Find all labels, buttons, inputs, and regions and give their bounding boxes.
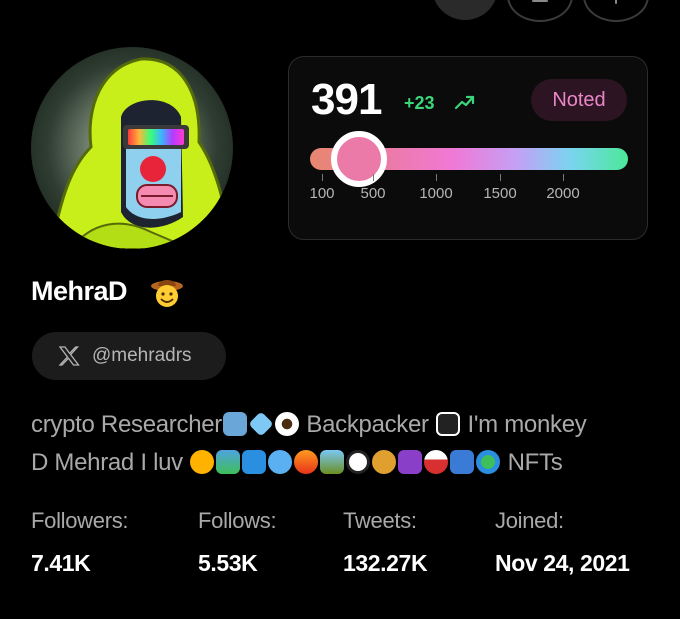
stat-value: 5.53K — [198, 550, 258, 576]
stat-tweets[interactable]: Tweets: 132.27K — [343, 508, 428, 577]
profile-name: MehraD — [31, 276, 128, 306]
slider-tick — [373, 174, 374, 181]
luggage-icon — [450, 450, 475, 474]
dolphin-icon — [268, 450, 293, 474]
stat-value: 132.27K — [343, 550, 428, 576]
slider-tick — [436, 174, 437, 181]
avatar[interactable] — [31, 47, 233, 249]
bio-text: D Mehrad I luv — [31, 449, 183, 476]
menu-icon — [532, 0, 548, 2]
x-logo-icon — [58, 346, 80, 366]
bio-text: NFTs — [507, 449, 563, 476]
stat-label: Tweets: — [343, 508, 417, 533]
top-action-button-1[interactable] — [432, 0, 498, 20]
slider-tick-label: 100 — [309, 185, 335, 202]
score-delta: +23 — [404, 93, 435, 113]
pirate-flag-icon — [436, 412, 461, 436]
stat-value: 7.41K — [31, 550, 91, 576]
slider-tick — [563, 174, 564, 181]
stat-label: Followers: — [31, 508, 129, 533]
top-action-button-2[interactable] — [507, 0, 573, 22]
slider-tick-label: 1500 — [483, 185, 517, 202]
money-bag-icon — [372, 450, 397, 474]
slider-tick-label: 500 — [360, 185, 386, 202]
slider-tick — [500, 174, 501, 181]
bio-text: crypto Researcher — [31, 411, 222, 438]
gem-icon — [248, 411, 274, 437]
x-handle-link[interactable]: @mehradrs — [32, 332, 226, 380]
x-handle: @mehradrs — [92, 345, 192, 366]
drum-icon — [424, 450, 449, 474]
sun-icon — [190, 450, 215, 474]
fire-icon — [294, 450, 319, 474]
magnifier-icon — [222, 412, 247, 436]
wave-icon — [242, 450, 267, 474]
trending-up-icon — [454, 95, 475, 110]
noted-badge: Noted — [531, 79, 627, 121]
stat-follows[interactable]: Follows: 5.53K — [198, 508, 277, 577]
stat-followers[interactable]: Followers: 7.41K — [31, 508, 129, 577]
landscape-icon — [216, 450, 241, 474]
slider-tick-label: 1000 — [419, 185, 453, 202]
soccer-ball-icon — [346, 450, 371, 474]
eye-icon — [274, 412, 299, 436]
stat-label: Follows: — [198, 508, 277, 533]
bio-text: I'm monkey — [467, 411, 587, 438]
cowboy-face-icon — [151, 280, 183, 307]
stat-label: Joined: — [495, 508, 564, 533]
profile-bio: crypto Researcher Backpacker I'm monkey … — [31, 406, 661, 482]
score-card: 391 +23 Noted 100 500 1000 1500 2000 — [288, 56, 648, 240]
stat-value: Nov 24, 2021 — [495, 550, 630, 576]
camping-icon — [320, 450, 345, 474]
top-action-button-3[interactable] — [583, 0, 649, 22]
more-icon — [615, 0, 617, 4]
globe-icon — [476, 450, 501, 474]
score-slider-thumb[interactable] — [331, 131, 388, 187]
slider-tick — [322, 174, 323, 181]
om-icon — [398, 450, 423, 474]
bio-text: Backpacker — [306, 411, 429, 438]
slider-tick-label: 2000 — [546, 185, 580, 202]
score-value: 391 — [311, 75, 382, 124]
stat-joined: Joined: Nov 24, 2021 — [495, 508, 630, 577]
